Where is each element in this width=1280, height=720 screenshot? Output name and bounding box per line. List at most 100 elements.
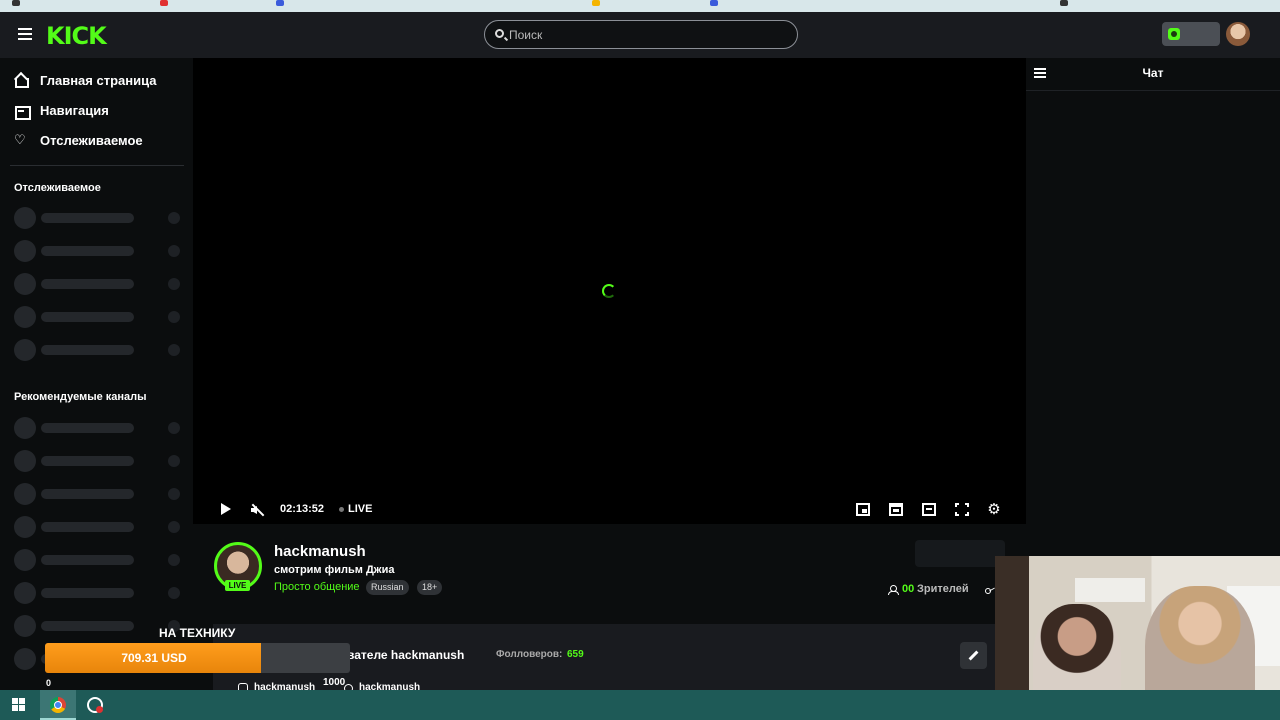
settings-gear-icon[interactable]: ⚙ — [987, 502, 1001, 517]
skeleton-channel-row — [14, 483, 184, 505]
tag-language[interactable]: Russian — [366, 580, 409, 595]
skeleton-bar — [41, 345, 134, 355]
live-dot-icon — [339, 507, 344, 512]
search-icon — [495, 29, 504, 38]
donation-goal-title: НА ТЕХНИКУ — [159, 626, 236, 640]
browse-icon — [14, 103, 31, 120]
toggle-knob-icon — [1168, 28, 1180, 40]
player-controls: 02:13:52 LIVE ⚙ — [193, 498, 1026, 522]
hamburger-menu-icon[interactable] — [18, 28, 32, 40]
skeleton-channel-row — [14, 516, 184, 538]
skeleton-avatar — [14, 582, 36, 604]
live-badge: LIVE — [225, 580, 250, 591]
tab-favicon — [1060, 0, 1068, 6]
muted-volume-icon[interactable] — [250, 502, 266, 518]
donation-goal: 1000 — [323, 677, 346, 688]
sidebar-item-home[interactable]: Главная страница — [14, 70, 156, 90]
skeleton-dot — [168, 344, 180, 356]
skeleton-bar — [41, 456, 134, 466]
skeleton-avatar — [14, 450, 36, 472]
skeleton-bar — [41, 621, 134, 631]
donation-progress-bar: 709.31 USD — [45, 643, 350, 673]
skeleton-bar — [41, 312, 134, 322]
stream-title: смотрим фильм Джиа — [274, 564, 395, 576]
skeleton-avatar — [14, 339, 36, 361]
sidebar: Главная страница Навигация ♡ Отслеживаем… — [0, 58, 192, 690]
skeleton-dot — [168, 587, 180, 599]
chat-title: Чат — [1142, 66, 1164, 80]
stream-info: LIVE hackmanush смотрим фильм Джиа Прост… — [193, 524, 1026, 624]
skeleton-dot — [168, 212, 180, 224]
followers-count: 659 — [567, 649, 584, 660]
skeleton-bar — [41, 213, 134, 223]
skeleton-dot — [168, 554, 180, 566]
taskbar-chrome[interactable] — [40, 690, 76, 720]
tag-age-rating[interactable]: 18+ — [417, 580, 443, 595]
recorder-icon — [87, 697, 103, 713]
sidebar-item-label: Отслеживаемое — [40, 132, 143, 148]
skeleton-bar — [41, 423, 134, 433]
search-bar[interactable] — [484, 20, 798, 49]
loading-spinner-icon — [602, 284, 616, 298]
skeleton-avatar — [14, 483, 36, 505]
windows-taskbar — [0, 690, 1280, 720]
skeleton-bar — [41, 246, 134, 256]
stream-category[interactable]: Просто общение — [274, 581, 360, 593]
channel-name[interactable]: hackmanush — [274, 543, 366, 560]
fullscreen-icon[interactable] — [953, 501, 971, 518]
skeleton-bar — [41, 489, 134, 499]
skeleton-channel-row — [14, 582, 184, 604]
skeleton-avatar — [14, 207, 36, 229]
play-icon[interactable] — [221, 503, 231, 515]
skeleton-channel-row — [14, 417, 184, 439]
skeleton-avatar — [14, 615, 36, 637]
skeleton-dot — [168, 521, 180, 533]
follow-button-placeholder[interactable] — [915, 540, 1005, 567]
kick-logo[interactable]: KICK — [46, 22, 107, 50]
skeleton-avatar — [14, 648, 36, 670]
skeleton-avatar — [14, 516, 36, 538]
skeleton-avatar — [14, 549, 36, 571]
clip-icon[interactable] — [889, 503, 903, 516]
skeleton-bar — [41, 279, 134, 289]
skeleton-dot — [168, 278, 180, 290]
viewers-icon — [888, 585, 899, 595]
skeleton-channel-row — [14, 240, 184, 262]
windows-start-icon[interactable] — [12, 698, 26, 712]
skeleton-bar — [41, 588, 134, 598]
theatre-mode-icon[interactable] — [922, 503, 936, 516]
home-icon — [14, 73, 29, 88]
skeleton-dot — [168, 245, 180, 257]
about-title: зователе hackmanush — [334, 648, 465, 662]
live-label[interactable]: LIVE — [348, 503, 372, 515]
skeleton-channel-row — [14, 549, 184, 571]
chat-header: Чат — [1026, 58, 1280, 91]
skeleton-channel-row — [14, 306, 184, 328]
skeleton-avatar — [14, 306, 36, 328]
search-input[interactable] — [509, 26, 789, 44]
sidebar-item-browse[interactable]: Навигация — [14, 100, 109, 120]
taskbar-recorder[interactable] — [77, 690, 113, 720]
sidebar-item-label: Навигация — [40, 102, 109, 118]
heart-icon: ♡ — [14, 132, 26, 147]
video-player[interactable]: 02:13:52 LIVE ⚙ — [193, 58, 1026, 524]
donation-amount: 709.31 USD — [121, 651, 187, 665]
theme-toggle[interactable] — [1162, 22, 1220, 46]
tab-favicon — [12, 0, 20, 6]
user-avatar[interactable] — [1226, 22, 1250, 46]
skeleton-avatar — [14, 417, 36, 439]
pencil-icon — [968, 650, 979, 661]
skeleton-avatar — [14, 240, 36, 262]
edit-about-button[interactable] — [960, 642, 987, 669]
skeleton-dot — [168, 455, 180, 467]
share-icon[interactable] — [985, 585, 995, 595]
picture-in-picture-icon[interactable] — [856, 503, 870, 516]
webcam-kitchen-hood — [1075, 578, 1145, 602]
skeleton-avatar — [14, 273, 36, 295]
tab-favicon — [592, 0, 600, 6]
viewers-label: Зрителей — [917, 583, 969, 595]
sidebar-item-label: Главная страница — [40, 72, 157, 88]
sidebar-item-following[interactable]: ♡ Отслеживаемое — [14, 130, 143, 150]
skeleton-channel-row — [14, 450, 184, 472]
tab-favicon — [710, 0, 718, 6]
